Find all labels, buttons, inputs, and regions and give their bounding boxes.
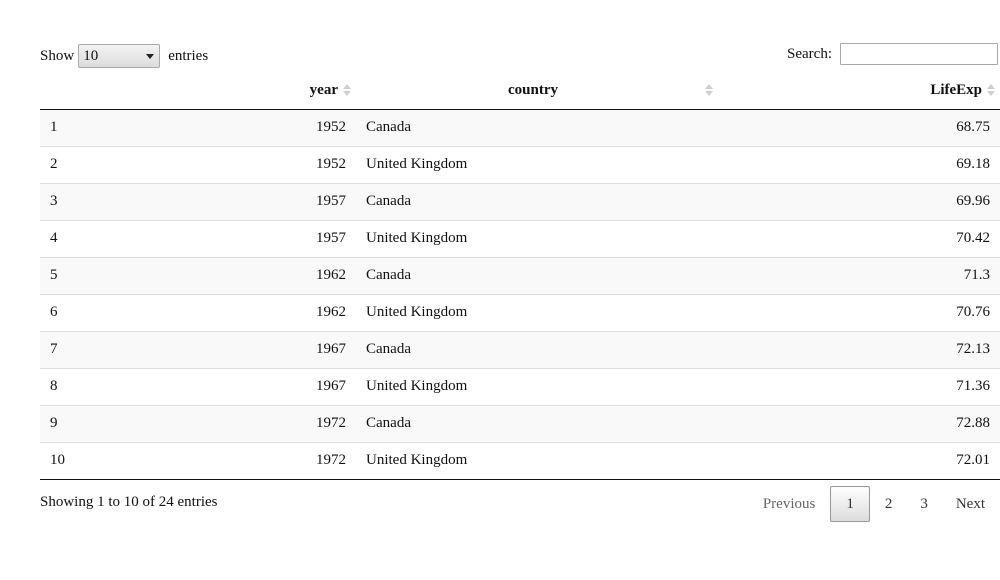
column-header-lifeexp[interactable]: LifeExp xyxy=(718,72,1000,110)
cell-lifeexp: 71.36 xyxy=(718,367,1000,405)
cell-index: 3 xyxy=(40,182,100,220)
pagination: Previous 1 2 3 Next xyxy=(748,485,998,523)
datatable-wrapper: Show 10 entries Search: year country Lif… xyxy=(40,0,1000,580)
cell-country: Canada xyxy=(356,182,718,220)
cell-year: 1972 xyxy=(100,441,356,480)
search-label: Search: xyxy=(787,45,832,62)
column-header-index xyxy=(40,72,100,110)
cell-year: 1967 xyxy=(100,330,356,368)
table-row: 3 1957 Canada 69.96 xyxy=(40,182,1000,220)
cell-index: 2 xyxy=(40,145,100,183)
column-header-lifeexp-label: LifeExp xyxy=(930,81,982,98)
cell-index: 10 xyxy=(40,441,100,480)
sort-both-icon xyxy=(343,84,351,98)
chevron-down-icon xyxy=(146,54,155,59)
sort-both-icon xyxy=(987,84,995,98)
cell-year: 1962 xyxy=(100,256,356,294)
column-header-year[interactable]: year xyxy=(100,72,356,110)
cell-index: 5 xyxy=(40,256,100,294)
page-button-3[interactable]: 3 xyxy=(907,486,941,522)
cell-year: 1962 xyxy=(100,293,356,331)
cell-lifeexp: 70.76 xyxy=(718,293,1000,331)
table-row: 8 1967 United Kingdom 71.36 xyxy=(40,367,1000,405)
table-row: 2 1952 United Kingdom 69.18 xyxy=(40,145,1000,183)
cell-year: 1967 xyxy=(100,367,356,405)
table-row: 6 1962 United Kingdom 70.76 xyxy=(40,293,1000,331)
cell-lifeexp: 72.01 xyxy=(718,441,1000,480)
search-control: Search: xyxy=(787,42,998,66)
length-label-entries: entries xyxy=(168,47,209,64)
column-header-country-label: country xyxy=(508,81,558,98)
data-table: year country LifeExp 1 1952 Canada 68.75 xyxy=(40,72,1000,480)
cell-country: Canada xyxy=(356,404,718,442)
cell-lifeexp: 69.96 xyxy=(718,182,1000,220)
cell-year: 1952 xyxy=(100,145,356,183)
cell-lifeexp: 69.18 xyxy=(718,145,1000,183)
entries-select-value: 10 xyxy=(83,47,99,64)
table-info: Showing 1 to 10 of 24 entries xyxy=(40,494,218,510)
length-control: Show 10 entries xyxy=(40,43,208,69)
table-row: 5 1962 Canada 71.3 xyxy=(40,256,1000,294)
table-row: 4 1957 United Kingdom 70.42 xyxy=(40,219,1000,257)
cell-lifeexp: 71.3 xyxy=(718,256,1000,294)
cell-index: 4 xyxy=(40,219,100,257)
cell-index: 6 xyxy=(40,293,100,331)
cell-country: United Kingdom xyxy=(356,145,718,183)
cell-country: United Kingdom xyxy=(356,219,718,257)
cell-lifeexp: 70.42 xyxy=(718,219,1000,257)
page-button-1[interactable]: 1 xyxy=(830,486,870,522)
table-row: 9 1972 Canada 72.88 xyxy=(40,404,1000,442)
page-button-2[interactable]: 2 xyxy=(872,486,906,522)
cell-lifeexp: 72.88 xyxy=(718,404,1000,442)
table-row: 10 1972 United Kingdom 72.01 xyxy=(40,441,1000,480)
cell-year: 1957 xyxy=(100,182,356,220)
cell-lifeexp: 68.75 xyxy=(956,119,990,135)
length-label-show: Show xyxy=(40,47,75,64)
cell-country: United Kingdom xyxy=(356,293,718,331)
cell-index: 9 xyxy=(40,404,100,442)
header-row: year country LifeExp xyxy=(40,72,1000,110)
search-input[interactable] xyxy=(840,43,998,65)
cell-index: 7 xyxy=(40,330,100,368)
cell-country: Canada xyxy=(366,119,411,135)
cell-index: 1 xyxy=(50,119,58,135)
cell-year: 1972 xyxy=(100,404,356,442)
previous-button[interactable]: Previous xyxy=(750,486,829,522)
cell-country: Canada xyxy=(356,256,718,294)
column-header-year-label: year xyxy=(309,81,338,98)
cell-lifeexp: 72.13 xyxy=(718,330,1000,368)
cell-country: Canada xyxy=(356,330,718,368)
column-header-country[interactable]: country xyxy=(356,72,718,110)
cell-year: 1952 xyxy=(316,119,346,135)
cell-year: 1957 xyxy=(100,219,356,257)
table-row: 7 1967 Canada 72.13 xyxy=(40,330,1000,368)
entries-select[interactable]: 10 xyxy=(78,44,161,68)
sort-both-icon xyxy=(705,84,713,98)
next-button[interactable]: Next xyxy=(943,486,998,522)
cell-country: United Kingdom xyxy=(356,441,718,480)
table-row: 1 1952 Canada 68.75 xyxy=(40,109,1000,146)
cell-country: United Kingdom xyxy=(356,367,718,405)
cell-index: 8 xyxy=(40,367,100,405)
